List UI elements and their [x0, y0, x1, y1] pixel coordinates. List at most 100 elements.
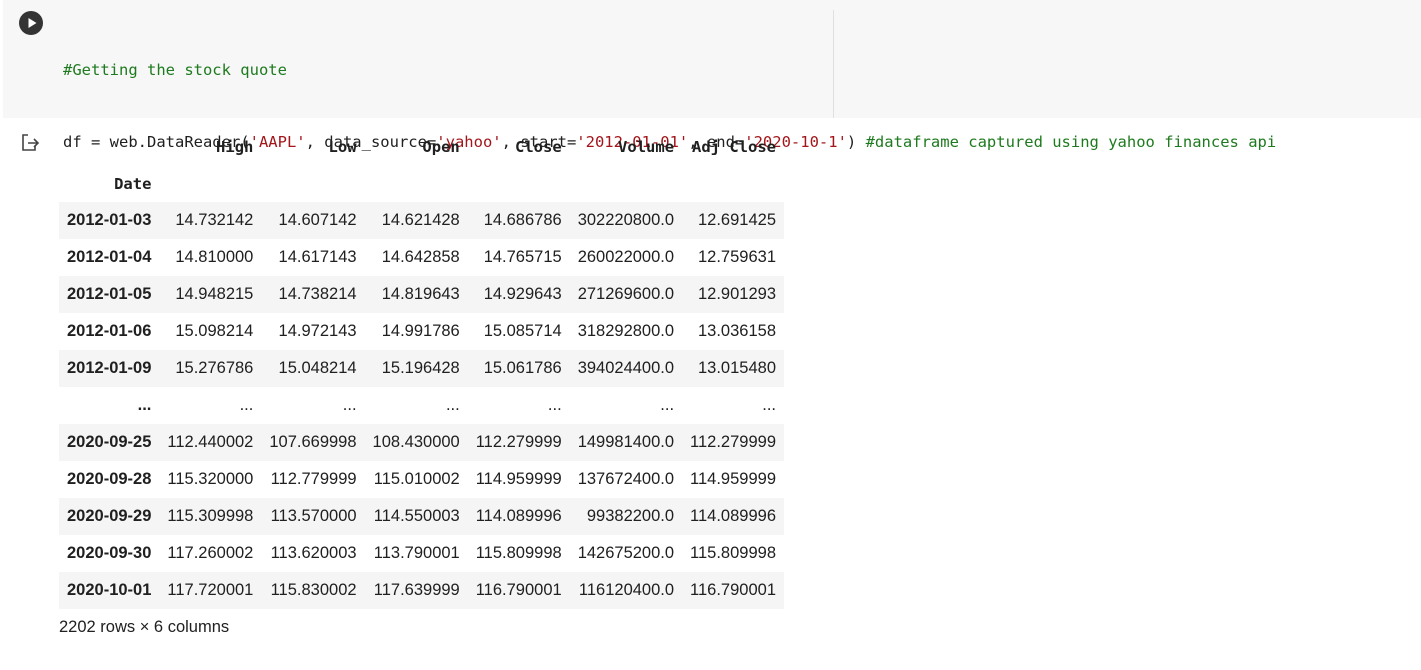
- output-redirect-icon[interactable]: [20, 133, 40, 153]
- table-cell: 112.440002: [167, 433, 254, 451]
- code-cell[interactable]: #Getting the stock quote df = web.DataRe…: [3, 0, 1421, 294]
- table-cell: 14.617143: [278, 248, 357, 266]
- table-cell: 116.790001: [475, 581, 562, 599]
- table-cell: 318292800.0: [577, 322, 675, 340]
- row-date: 2012-01-04: [67, 248, 152, 266]
- row-date: 2020-09-30: [67, 544, 152, 562]
- table-cell: 15.061786: [483, 359, 562, 377]
- table-cell: 112.279999: [690, 433, 776, 451]
- header-row: High Low Open Close Volume Adj Close: [59, 128, 784, 165]
- table-cell: 115.320000: [167, 470, 254, 488]
- table-row: 2012-01-06 15.098214 14.972143 14.991786 15.…: [59, 313, 784, 350]
- row-date: 2020-10-01: [67, 581, 152, 599]
- table-cell: 12.901293: [698, 285, 776, 303]
- table-cell: 15.085714: [483, 322, 562, 340]
- table-row: 2012-01-04 14.810000 14.617143 14.642858 14.…: [59, 239, 784, 276]
- row-date: 2012-01-09: [67, 359, 152, 377]
- table-cell: 142675200.0: [577, 544, 675, 562]
- table-cell: 14.972143: [278, 322, 357, 340]
- dataframe-table: High Low Open Close Volume Adj Close Dat…: [59, 128, 784, 609]
- table-cell: 14.642858: [381, 248, 460, 266]
- index-name-row: Date: [59, 165, 784, 202]
- table-cell: 108.430000: [372, 433, 460, 451]
- table-row: 2020-09-30 117.260002 113.620003 113.790001…: [59, 535, 784, 572]
- table-cell: 15.196428: [381, 359, 460, 377]
- table-cell: 112.279999: [475, 433, 562, 451]
- index-header: [59, 128, 159, 165]
- table-cell: 14.819643: [381, 285, 460, 303]
- table-row: 2012-01-05 14.948215 14.738214 14.819643 14.…: [59, 276, 784, 313]
- table-cell: 112.779999: [270, 470, 357, 488]
- column-header: Close: [515, 137, 562, 156]
- row-date: 2020-09-28: [67, 470, 152, 488]
- table-cell: 12.691425: [698, 211, 776, 229]
- play-icon: [28, 18, 37, 28]
- table-cell: 15.048214: [278, 359, 357, 377]
- table-cell: 149981400.0: [577, 433, 675, 451]
- row-date: 2020-09-29: [67, 507, 152, 525]
- row-date: ...: [137, 396, 152, 414]
- run-cell-button[interactable]: [19, 11, 43, 35]
- column-header: Volume: [618, 137, 675, 156]
- table-cell: 12.759631: [698, 248, 776, 266]
- table-cell: 137672400.0: [577, 470, 675, 488]
- table-cell: 14.732142: [175, 211, 254, 229]
- table-cell: 99382200.0: [586, 507, 675, 525]
- table-cell: 114.089996: [475, 507, 562, 525]
- table-cell: 14.686786: [483, 211, 562, 229]
- table-cell: ...: [239, 396, 254, 414]
- table-cell: 113.570000: [270, 507, 357, 525]
- table-row: 2012-01-09 15.276786 15.048214 15.196428 15.…: [59, 350, 784, 387]
- table-cell: 114.550003: [373, 507, 460, 525]
- table-cell: 13.036158: [698, 322, 776, 340]
- table-cell: 114.089996: [690, 507, 776, 525]
- code-line-1: #Getting the stock quote: [63, 58, 1276, 82]
- table-cell: 116120400.0: [578, 581, 675, 599]
- table-row: 2020-10-01 117.720001 115.830002 117.639999…: [59, 572, 784, 609]
- table-cell: 117.639999: [373, 581, 460, 599]
- table-cell: 14.948215: [175, 285, 254, 303]
- line-length-ruler: [833, 10, 834, 118]
- table-cell: 114.959999: [475, 470, 562, 488]
- table-cell: 117.260002: [167, 544, 254, 562]
- table-cell: ...: [547, 396, 562, 414]
- table-cell: 114.959999: [690, 470, 776, 488]
- code-comment: #dataframe captured using yahoo finances…: [865, 133, 1277, 151]
- table-cell: 115.809998: [475, 544, 562, 562]
- column-header: Open: [422, 137, 460, 156]
- row-date: 2020-09-25: [67, 433, 152, 451]
- code-comment: #Getting the stock quote: [63, 61, 287, 79]
- table-cell: 14.765715: [483, 248, 562, 266]
- table-row: .....................: [59, 387, 784, 424]
- table-cell: 115.830002: [270, 581, 357, 599]
- table-cell: 113.620003: [270, 544, 357, 562]
- table-cell: 116.790001: [690, 581, 776, 599]
- table-row: 2020-09-29 115.309998 113.570000 114.550003…: [59, 498, 784, 535]
- table-cell: 14.607142: [278, 211, 357, 229]
- row-date: 2012-01-06: [67, 322, 152, 340]
- row-date: 2012-01-03: [67, 211, 152, 229]
- table-cell: 107.669998: [269, 433, 357, 451]
- table-shape-label: 2202 rows × 6 columns: [59, 618, 230, 636]
- table-cell: 14.929643: [483, 285, 562, 303]
- table-cell: 394024400.0: [577, 359, 675, 377]
- table-cell: ...: [762, 396, 776, 414]
- table-cell: 15.098214: [175, 322, 254, 340]
- table-cell: 117.720001: [167, 581, 254, 599]
- table-cell: 14.991786: [381, 322, 460, 340]
- table-row: 2012-01-03 14.732142 14.607142 14.621428 14.…: [59, 202, 784, 239]
- table-row: 2020-09-28 115.320000 112.779999 115.010002…: [59, 461, 784, 498]
- table-cell: 260022000.0: [577, 248, 675, 266]
- table-cell: 15.276786: [175, 359, 254, 377]
- table-cell: 115.010002: [373, 470, 460, 488]
- column-header: Low: [328, 137, 357, 156]
- table-cell: 14.738214: [278, 285, 357, 303]
- column-header: High: [216, 137, 254, 156]
- table-cell: 271269600.0: [577, 285, 675, 303]
- table-cell: ...: [445, 396, 460, 414]
- column-header: Adj Close: [692, 137, 776, 156]
- table-cell: ...: [660, 396, 675, 414]
- table-cell: 115.309998: [167, 507, 254, 525]
- row-date: 2012-01-05: [67, 285, 152, 303]
- table-cell: 14.621428: [381, 211, 460, 229]
